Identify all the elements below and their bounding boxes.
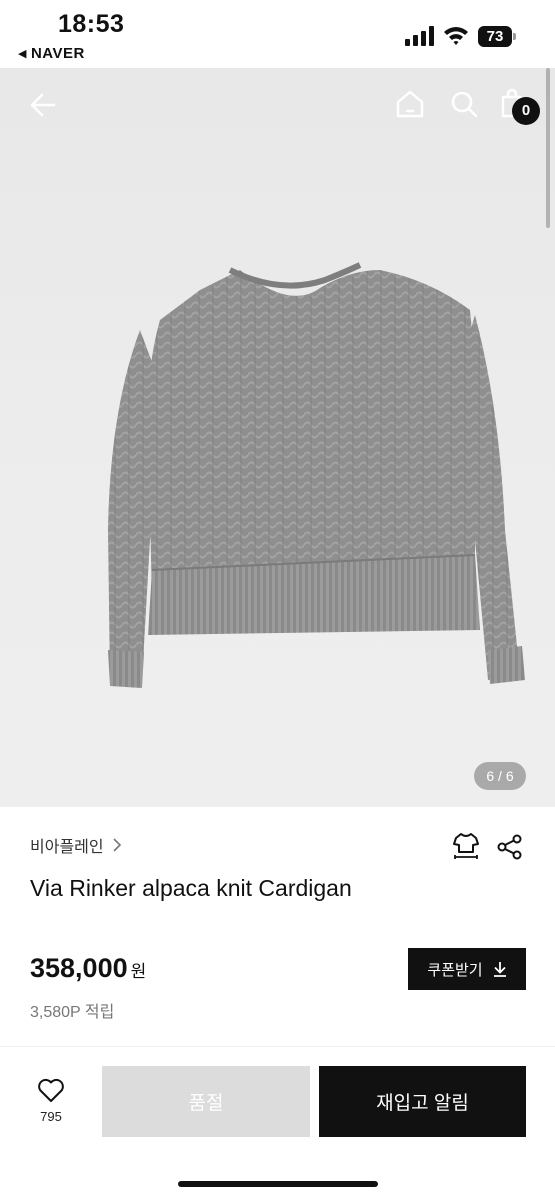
battery-indicator: 73 xyxy=(478,26,516,47)
back-arrow-icon[interactable] xyxy=(28,90,58,120)
battery-level: 73 xyxy=(478,26,512,47)
coupon-download-button[interactable]: 쿠폰받기 xyxy=(408,948,526,990)
heart-icon xyxy=(38,1078,64,1102)
reward-points: 3,580P 적립 xyxy=(30,1004,115,1021)
price-unit: 원 xyxy=(130,962,147,981)
back-app-label: NAVER xyxy=(30,45,85,62)
status-time: 18:53 xyxy=(58,10,125,38)
product-title: Via Rinker alpaca knit Cardigan xyxy=(30,875,352,901)
back-to-app-link[interactable]: ◀ NAVER xyxy=(18,45,85,62)
product-price: 358,000 원 xyxy=(30,953,146,984)
share-icon[interactable] xyxy=(497,834,523,860)
brand-name: 비아플레인 xyxy=(30,839,104,856)
chevron-right-icon xyxy=(113,838,121,852)
status-bar: 18:53 ◀ NAVER 73 xyxy=(0,0,555,68)
price-value: 358,000 xyxy=(30,953,128,983)
cellular-signal-icon xyxy=(405,26,434,46)
product-photo xyxy=(108,262,525,688)
like-count: 795 xyxy=(40,1109,62,1124)
home-icon[interactable] xyxy=(395,90,425,118)
coupon-label: 쿠폰받기 xyxy=(427,961,483,979)
product-image-gallery[interactable]: 0 6 / 6 xyxy=(0,68,555,807)
home-indicator[interactable] xyxy=(178,1181,378,1187)
like-button[interactable]: 795 xyxy=(22,1078,80,1124)
restock-alert-button[interactable]: 재입고 알림 xyxy=(319,1066,526,1137)
soldout-button[interactable]: 품절 xyxy=(102,1066,310,1137)
page-scrollbar[interactable] xyxy=(546,68,550,228)
image-page-indicator: 6 / 6 xyxy=(474,762,526,790)
size-guide-icon[interactable] xyxy=(452,832,480,862)
cart-count-badge[interactable]: 0 xyxy=(512,97,540,125)
download-icon xyxy=(493,962,506,977)
wifi-icon xyxy=(444,27,468,45)
search-icon[interactable] xyxy=(450,90,478,118)
bottom-bar-divider xyxy=(0,1046,555,1047)
brand-link[interactable]: 비아플레인 xyxy=(30,833,122,857)
back-triangle-icon: ◀ xyxy=(18,48,27,60)
